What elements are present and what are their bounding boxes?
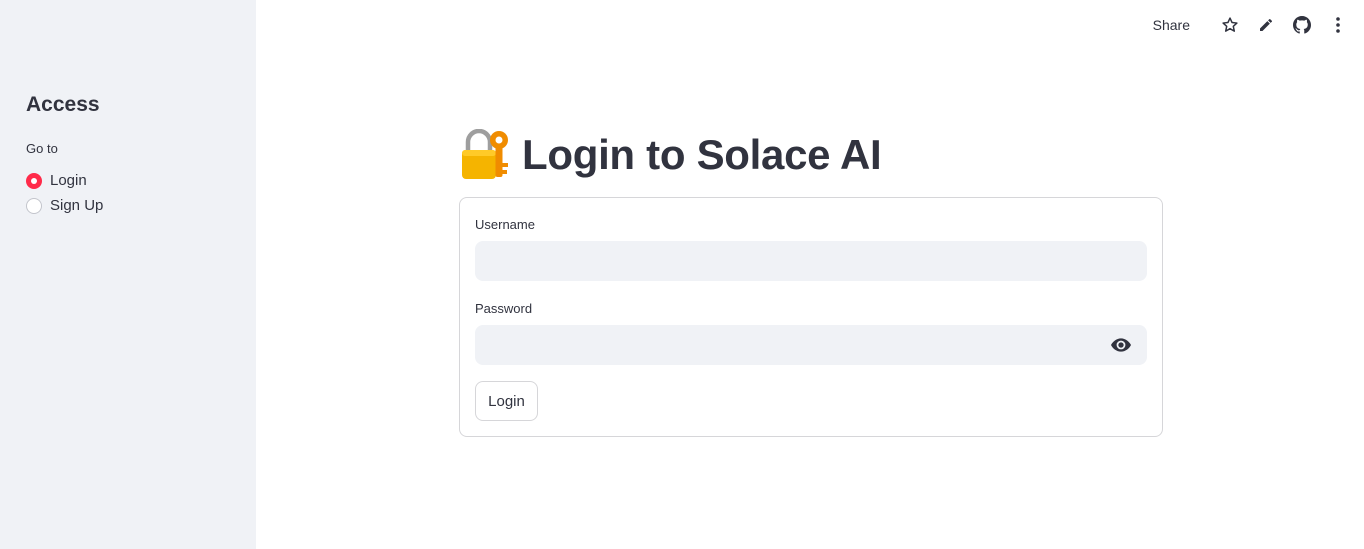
radio-option-label: Login bbox=[50, 172, 87, 189]
share-button[interactable]: Share bbox=[1153, 17, 1190, 33]
radio-option-label: Sign Up bbox=[50, 197, 104, 214]
radio-button-unchecked[interactable] bbox=[26, 197, 42, 214]
more-vertical-icon[interactable] bbox=[1328, 15, 1348, 35]
github-icon[interactable] bbox=[1292, 15, 1312, 35]
page-header: Login to Solace AI bbox=[460, 127, 882, 183]
app-toolbar: Share bbox=[1153, 12, 1348, 38]
username-input[interactable] bbox=[475, 241, 1147, 281]
nav-radio-group: Login Sign Up bbox=[26, 168, 103, 218]
sidebar-title: Access bbox=[26, 93, 100, 116]
radio-option-login[interactable]: Login bbox=[26, 168, 103, 193]
password-label: Password bbox=[475, 301, 533, 316]
edit-icon[interactable] bbox=[1256, 15, 1276, 35]
star-icon[interactable] bbox=[1220, 15, 1240, 35]
login-submit-button[interactable]: Login bbox=[475, 381, 538, 421]
password-input[interactable] bbox=[475, 325, 1147, 365]
radio-option-sign-up[interactable]: Sign Up bbox=[26, 193, 103, 218]
username-label: Username bbox=[475, 217, 535, 232]
locked-with-key-icon bbox=[460, 128, 512, 181]
radio-button-checked[interactable] bbox=[26, 172, 42, 189]
show-password-eye-icon[interactable] bbox=[1110, 334, 1132, 356]
login-form: Username Password Login bbox=[459, 197, 1163, 437]
nav-radio-label: Go to bbox=[26, 141, 58, 156]
page-title: Login to Solace AI bbox=[522, 131, 882, 178]
sidebar: Access Go to Login Sign Up bbox=[0, 0, 256, 549]
